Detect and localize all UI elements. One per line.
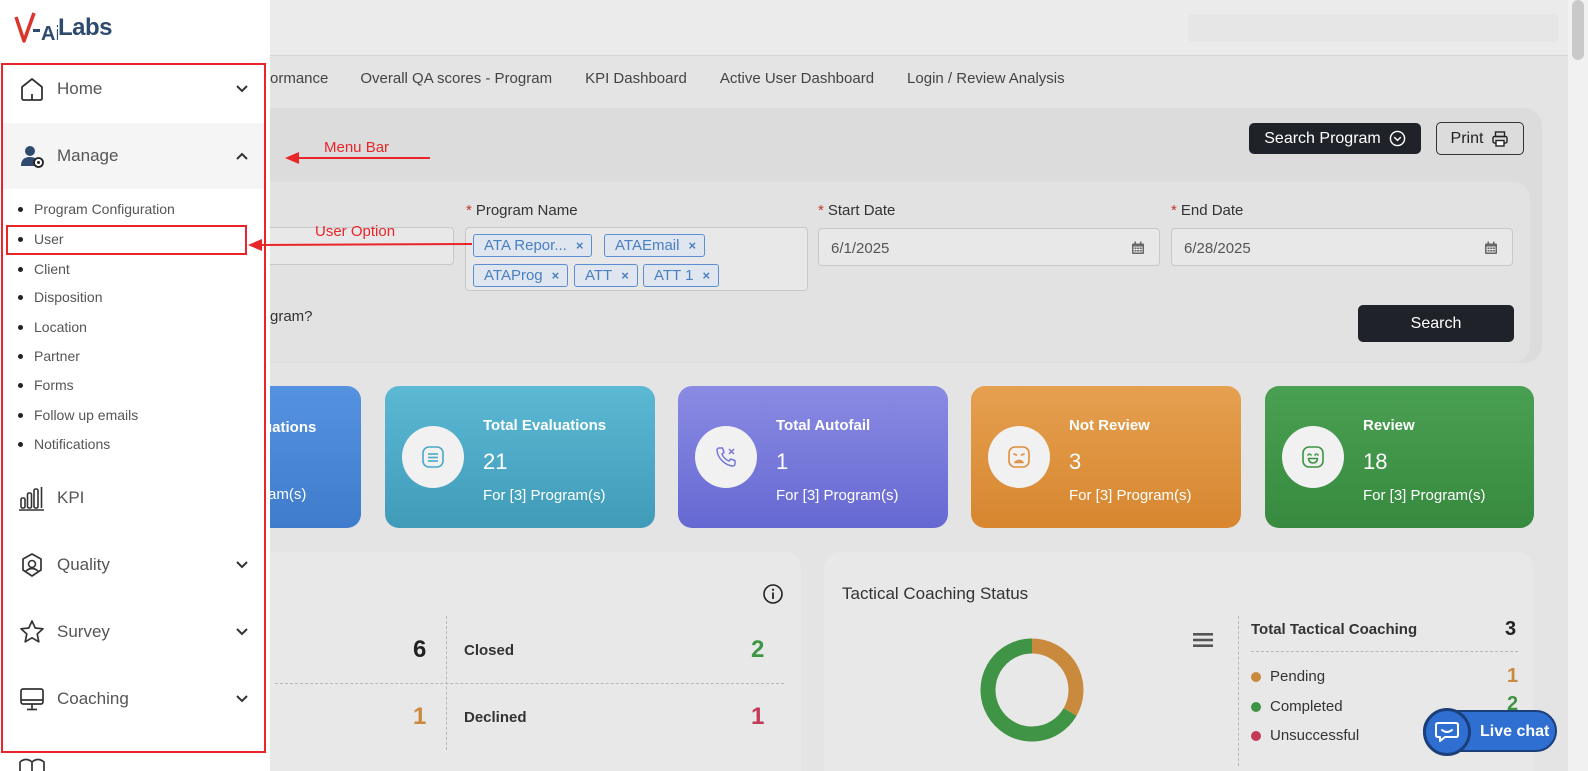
program-name-label: * Program Name <box>466 202 578 219</box>
printer-icon <box>1492 130 1509 147</box>
card-icon-circle <box>402 426 464 488</box>
card-title: Not Review <box>1069 417 1150 434</box>
legend-dot <box>1251 730 1261 741</box>
card-title: uations <box>263 419 317 436</box>
print-button[interactable]: Print <box>1436 122 1524 155</box>
program-chip[interactable]: ATAEmail × <box>604 234 706 257</box>
phone-missed-icon <box>716 447 736 467</box>
program-chip[interactable]: ATT 1 × <box>643 264 720 287</box>
menu-bar-annotation: Menu Bar <box>324 139 390 156</box>
header-placeholder <box>1188 14 1558 42</box>
remove-chip-icon[interactable]: × <box>621 268 629 283</box>
program-chip[interactable]: ATAProg × <box>473 264 569 287</box>
scrollbar-thumb[interactable] <box>1572 0 1584 60</box>
donut-slice-pending[interactable] <box>1031 638 1084 716</box>
user-option-annotation: User Option <box>315 223 396 240</box>
calendar-icon[interactable] <box>1484 241 1498 255</box>
print-label: Print <box>1450 129 1484 147</box>
stat-card-review[interactable]: Review 18 For [3] Program(s) <box>1265 386 1534 528</box>
program-question-text: gram? <box>270 308 313 325</box>
declined-label: Declined <box>464 709 527 726</box>
total-tactical-coaching-label: Total Tactical Coaching <box>1251 621 1418 638</box>
stat-card-not-review[interactable]: Not Review 3 For [3] Program(s) <box>971 386 1241 528</box>
program-chip[interactable]: ATT × <box>574 264 638 287</box>
tab-active-user-dashboard[interactable]: Active User Dashboard <box>720 70 874 92</box>
start-date-value: 6/1/2025 <box>831 240 890 257</box>
card-value: 1 <box>776 449 789 474</box>
stat-card-total-autofail[interactable]: Total Autofail 1 For [3] Program(s) <box>678 386 948 528</box>
happy-face-icon <box>1302 446 1324 468</box>
legend-dot <box>1251 671 1261 682</box>
sad-face-icon <box>1008 446 1030 468</box>
end-date-field[interactable]: 6/28/2025 <box>1171 228 1513 266</box>
coaching-chart-title: Tactical Coaching Status <box>842 584 1029 603</box>
start-date-field[interactable]: 6/1/2025 <box>818 228 1160 266</box>
legend-item-completed: Completed <box>1251 698 1343 715</box>
summary-value: 1 <box>413 703 427 730</box>
logo-text: Labs <box>58 14 113 41</box>
chevron-down-circle-icon <box>1389 130 1406 147</box>
stat-card-total-evaluations[interactable]: Total Evaluations 21 For [3] Program(s) <box>385 386 655 528</box>
closed-value: 2 <box>751 636 765 663</box>
coaching-divider-vertical <box>1238 616 1239 766</box>
legend-dot <box>1251 701 1261 712</box>
card-icon-circle <box>695 426 757 488</box>
closed-label: Closed <box>464 642 515 659</box>
tab-performance[interactable]: ormance <box>270 70 328 92</box>
summary-value: 6 <box>413 636 427 663</box>
tab-overall-qa-scores[interactable]: Overall QA scores - Program <box>360 70 552 92</box>
live-chat-button[interactable]: Live chat <box>1423 708 1557 756</box>
dashboard-tabs: ormance Overall QA scores - Program KPI … <box>270 70 1098 92</box>
total-tactical-coaching-value: 3 <box>1505 618 1517 640</box>
remove-chip-icon[interactable]: × <box>552 268 560 283</box>
end-date-value: 6/28/2025 <box>1184 240 1251 257</box>
card-sub: For [3] Program(s) <box>1363 487 1486 504</box>
remove-chip-icon[interactable]: × <box>702 268 710 283</box>
logo-mark-icon: Ai <box>14 12 58 45</box>
card-title: Total Evaluations <box>483 417 607 434</box>
card-value: 3 <box>1069 449 1082 474</box>
tab-login-review-analysis[interactable]: Login / Review Analysis <box>907 70 1065 92</box>
card-icon-circle <box>1282 426 1344 488</box>
declined-value: 1 <box>751 703 765 730</box>
card-sub: For [3] Program(s) <box>483 487 606 504</box>
start-date-label: * Start Date <box>818 202 896 219</box>
card-title: Review <box>1363 417 1415 434</box>
svg-text:Ai: Ai <box>41 23 58 45</box>
legend-item-pending: Pending <box>1251 668 1325 685</box>
status-summary-panel: 6 Closed 2 1 Declined 1 <box>250 552 801 771</box>
end-date-label: * End Date <box>1171 202 1244 219</box>
card-title: Total Autofail <box>776 417 871 434</box>
menu-bar-highlight <box>1 63 266 753</box>
card-value: 18 <box>1363 449 1388 474</box>
search-program-button[interactable]: Search Program <box>1249 123 1421 154</box>
card-icon-circle <box>988 426 1050 488</box>
list-icon <box>422 446 444 468</box>
remove-chip-icon[interactable]: × <box>576 238 584 253</box>
book-icon <box>19 758 45 771</box>
page-scrollbar[interactable] <box>1568 0 1588 771</box>
summary-divider-horizontal <box>275 683 784 684</box>
chat-bubble-icon <box>1423 708 1471 756</box>
card-sub: For [3] Program(s) <box>776 487 899 504</box>
company-logo[interactable]: Ai Labs <box>14 10 113 46</box>
calendar-icon[interactable] <box>1131 241 1145 255</box>
program-chip[interactable]: ATA Repor... × <box>473 234 593 257</box>
live-chat-label: Live chat <box>1480 723 1550 740</box>
coaching-legend-divider <box>1251 651 1518 652</box>
pending-value: 1 <box>1507 665 1519 687</box>
legend-item-unsuccessful: Unsuccessful <box>1251 727 1359 744</box>
hamburger-menu-icon[interactable] <box>1193 632 1213 648</box>
search-program-label: Search Program <box>1264 129 1381 147</box>
annotation-arrows <box>248 152 473 251</box>
coaching-donut-chart <box>980 638 1084 742</box>
card-sub: For [3] Program(s) <box>1069 487 1192 504</box>
user-option-highlight <box>6 225 247 255</box>
tab-kpi-dashboard[interactable]: KPI Dashboard <box>585 70 687 92</box>
info-icon[interactable] <box>762 583 784 605</box>
remove-chip-icon[interactable]: × <box>688 238 696 253</box>
card-value: 21 <box>483 449 508 474</box>
search-button[interactable]: Search <box>1358 305 1514 342</box>
